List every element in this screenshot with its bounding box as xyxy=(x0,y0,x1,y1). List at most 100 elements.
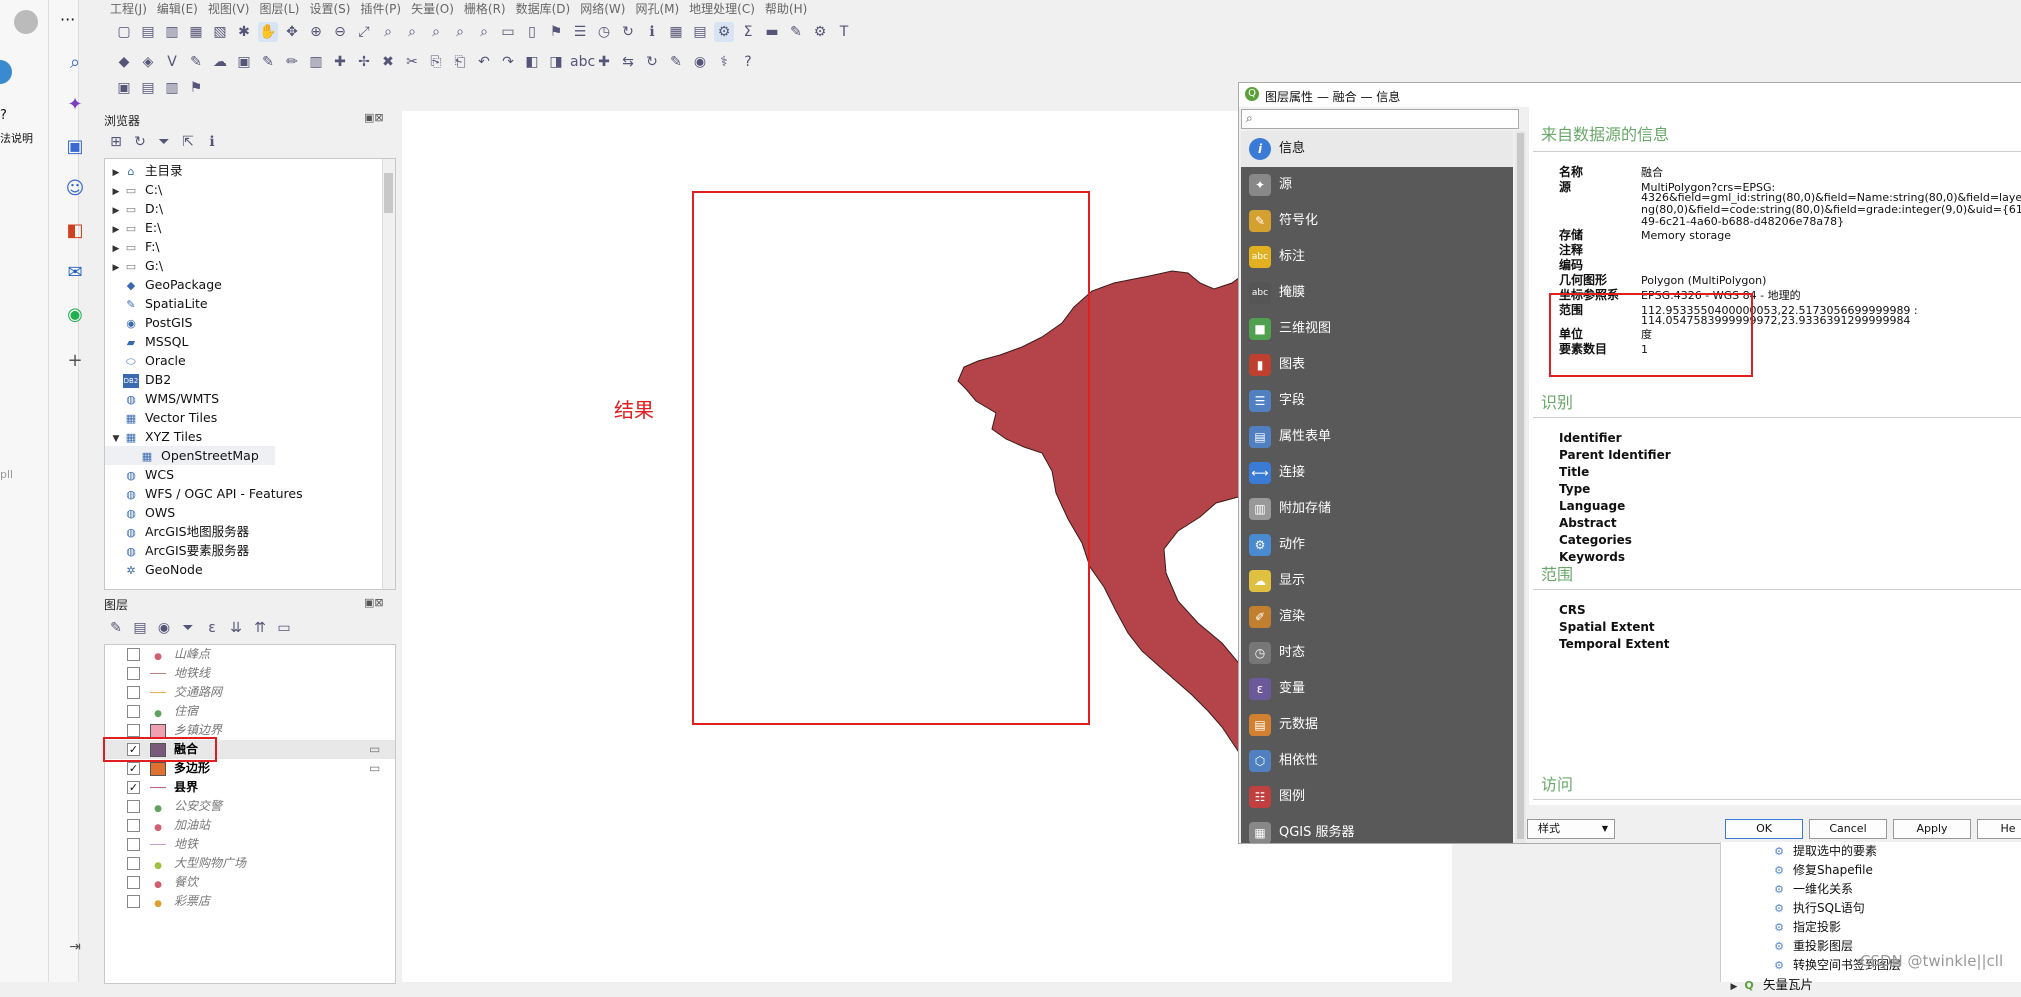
style-panel-icon[interactable]: ✎ xyxy=(106,618,126,638)
browser-item[interactable]: ▦ Vector Tiles xyxy=(105,408,395,427)
vertex-tool-icon[interactable]: ✢ xyxy=(354,52,374,72)
print-icon[interactable]: ▦ xyxy=(186,22,206,42)
annotation-icon[interactable]: ✎ xyxy=(786,22,806,42)
cut-icon[interactable]: ✂ xyxy=(402,52,422,72)
nav-item[interactable]: ▥ 附加存储 xyxy=(1241,491,1513,527)
menu-item[interactable]: 栅格(R) xyxy=(464,2,506,16)
add-selected-icon[interactable]: ⊞ xyxy=(106,132,126,152)
rotate-label-icon[interactable]: ↻ xyxy=(642,52,662,72)
processing-item[interactable]: ⚙ 提取选中的要素 xyxy=(1721,842,2021,861)
layer-checkbox[interactable] xyxy=(127,705,140,718)
remove-layer-icon[interactable]: ▭ xyxy=(274,618,294,638)
nav-item[interactable]: ε 变量 xyxy=(1241,671,1513,707)
zoom-last-icon[interactable]: ⌕ xyxy=(450,22,470,42)
select-icon[interactable]: ▣ xyxy=(114,78,134,98)
zoom-in-icon[interactable]: ⊕ xyxy=(306,22,326,42)
nav-item[interactable]: ✎ 符号化 xyxy=(1241,203,1513,239)
chevron-right-icon[interactable]: ▶ xyxy=(1727,978,1741,997)
diagram-icon[interactable]: ◨ xyxy=(546,52,566,72)
layer-item[interactable]: ● 餐饮 xyxy=(105,873,395,892)
more-icon[interactable]: ··· xyxy=(60,10,75,29)
open-icon[interactable]: ▤ xyxy=(138,22,158,42)
layer-item[interactable]: ● 公安交警 xyxy=(105,797,395,816)
browser-item[interactable]: ▶ ⌂ 主目录 xyxy=(105,161,395,180)
help-button[interactable]: He xyxy=(1977,819,2021,839)
gps-icon[interactable]: ◉ xyxy=(690,52,710,72)
measure-icon[interactable]: ▬ xyxy=(762,22,782,42)
edit-indicator-icon[interactable]: ▭ xyxy=(369,740,380,759)
layer-checkbox[interactable]: ✓ xyxy=(127,762,140,775)
filter-icon[interactable]: ⏷ xyxy=(178,618,198,638)
nav-item[interactable]: ▮ 图表 xyxy=(1241,347,1513,383)
save-edits-icon[interactable]: ▥ xyxy=(306,52,326,72)
nav-item[interactable]: i 信息 xyxy=(1241,131,1513,167)
layer-item[interactable]: ● 山峰点 xyxy=(105,645,395,664)
spotify-icon[interactable]: ◉ xyxy=(64,304,86,326)
menu-item[interactable]: 数据库(D) xyxy=(516,2,571,16)
new-project-icon[interactable]: ▢ xyxy=(114,22,134,42)
nav-item[interactable]: ☰ 字段 xyxy=(1241,383,1513,419)
search-input[interactable]: ⌕ xyxy=(1241,109,1519,129)
attribute-table-icon[interactable]: ▦ xyxy=(666,22,686,42)
change-label-icon[interactable]: ✎ xyxy=(666,52,686,72)
layer-item[interactable]: ● 大型购物广场 xyxy=(105,854,395,873)
menu-item[interactable]: 图层(L) xyxy=(259,2,299,16)
layer-checkbox[interactable] xyxy=(127,819,140,832)
menu-item[interactable]: 视图(V) xyxy=(208,2,250,16)
toolbox-icon[interactable]: ⚙ xyxy=(714,22,734,42)
nav-scrollbar[interactable] xyxy=(1515,131,1526,843)
nav-item[interactable]: ⬡ 相依性 xyxy=(1241,743,1513,779)
browser-item[interactable]: DB2 DB2 xyxy=(105,370,395,389)
nav-scroll-thumb[interactable] xyxy=(1517,133,1524,839)
search-icon[interactable]: ⌕ xyxy=(64,52,86,74)
nav-item[interactable]: ☷ 图例 xyxy=(1241,779,1513,815)
nav-item[interactable]: ▦ QGIS 服务器 xyxy=(1241,815,1513,843)
text-annotation-icon[interactable]: T xyxy=(834,22,854,42)
scroll-thumb[interactable] xyxy=(384,173,393,213)
layer-item[interactable]: 地铁 xyxy=(105,835,395,854)
people-icon[interactable]: ☺ xyxy=(64,178,86,200)
menu-item[interactable]: 帮助(H) xyxy=(765,2,807,16)
browser-item[interactable]: ✎ SpatiaLite xyxy=(105,294,395,313)
menu-item[interactable]: 工程(J) xyxy=(110,2,147,16)
menu-item[interactable]: 编辑(E) xyxy=(157,2,198,16)
select-value-icon[interactable]: ▤ xyxy=(138,78,158,98)
help-icon[interactable]: ? xyxy=(0,108,7,123)
layer-checkbox[interactable] xyxy=(127,838,140,851)
browser-item[interactable]: ◍ WMS/WMTS xyxy=(105,389,395,408)
filter-icon[interactable]: ⏷ xyxy=(154,132,174,152)
nav-item[interactable]: abc 掩膜 xyxy=(1241,275,1513,311)
add-spatialite-icon[interactable]: ✎ xyxy=(186,52,206,72)
layer-checkbox[interactable]: ✓ xyxy=(127,781,140,794)
refresh-icon[interactable]: ↻ xyxy=(130,132,150,152)
office-icon[interactable]: ◧ xyxy=(64,220,86,242)
layer-item[interactable]: ● 加油站 xyxy=(105,816,395,835)
help-icon[interactable]: ? xyxy=(738,52,758,72)
nav-item[interactable]: ■ 三维视图 xyxy=(1241,311,1513,347)
browser-item[interactable]: ▶ ▭ F:\ xyxy=(105,237,395,256)
processing-item[interactable]: ⚙ 一维化关系 xyxy=(1721,880,2021,899)
expression-filter-icon[interactable]: ε xyxy=(202,618,222,638)
statistics-icon[interactable]: Σ xyxy=(738,22,758,42)
processing-item[interactable]: ⚙ 执行SQL语句 xyxy=(1721,899,2021,918)
add-group-icon[interactable]: ▤ xyxy=(130,618,150,638)
menu-item[interactable]: 网孔(M) xyxy=(635,2,679,16)
add-wms-icon[interactable]: ☁ xyxy=(210,52,230,72)
browser-item[interactable]: ◉ PostGIS xyxy=(105,313,395,332)
toolbox-icon[interactable]: ▣ xyxy=(64,136,86,158)
add-delimited-icon[interactable]: V xyxy=(162,52,182,72)
copilot-icon[interactable]: ✦ xyxy=(64,94,86,116)
browser-item[interactable]: ✲ GeoNode xyxy=(105,560,395,579)
zoom-out-icon[interactable]: ⊖ xyxy=(330,22,350,42)
deselect-icon[interactable]: ▥ xyxy=(162,78,182,98)
layer-checkbox[interactable] xyxy=(127,800,140,813)
properties-icon[interactable]: ℹ xyxy=(202,132,222,152)
browser-item[interactable]: ◍ ArcGIS地图服务器 xyxy=(105,522,395,541)
browser-item[interactable]: ⬭ Oracle xyxy=(105,351,395,370)
profile-thumb-icon[interactable] xyxy=(0,60,12,84)
layer-item[interactable]: 地铁线 xyxy=(105,664,395,683)
add-vector-icon[interactable]: ◆ xyxy=(114,52,134,72)
new-3d-view-icon[interactable]: ▯ xyxy=(522,22,542,42)
nav-item[interactable]: ⚙ 动作 xyxy=(1241,527,1513,563)
nav-item[interactable]: ◷ 时态 xyxy=(1241,635,1513,671)
